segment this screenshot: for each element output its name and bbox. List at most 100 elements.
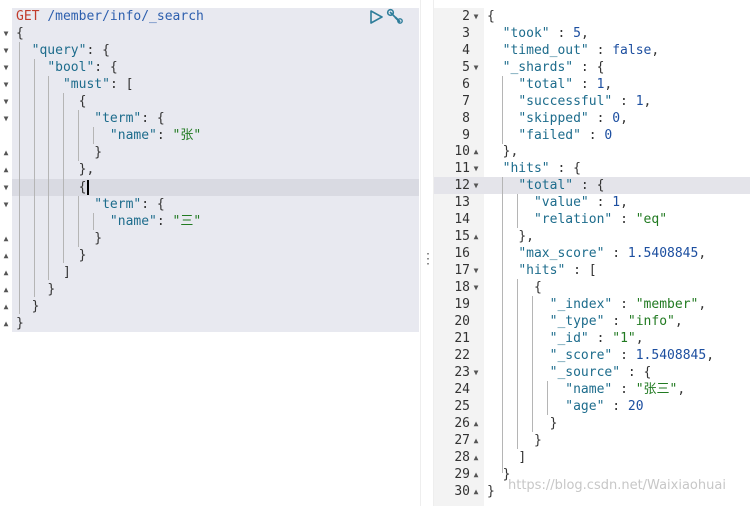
fold-toggle-icon[interactable]: ▼ xyxy=(472,279,480,296)
code-line: { xyxy=(16,26,24,41)
code-line: } xyxy=(94,231,103,246)
fold-toggle-icon[interactable]: ▲ xyxy=(472,466,480,483)
fold-toggle-icon[interactable]: ▲ xyxy=(2,161,10,178)
line-number: 10 xyxy=(454,144,470,159)
json-key: "value" xyxy=(533,195,589,210)
code-line: }, xyxy=(78,162,95,177)
code-line: "max_score" : 1.5408845, xyxy=(518,246,707,261)
fold-toggle-icon[interactable]: ▼ xyxy=(472,59,480,76)
fold-toggle-icon[interactable]: ▼ xyxy=(472,262,480,279)
code-line: "term": { xyxy=(94,197,165,212)
json-string: "三" xyxy=(172,214,202,229)
json-key: "_score" xyxy=(549,348,613,363)
code-line: "successful" : 1, xyxy=(518,94,652,109)
code-line: } xyxy=(533,433,542,448)
json-key: "query" xyxy=(31,43,87,58)
fold-toggle-icon[interactable]: ▲ xyxy=(472,432,480,449)
json-key: "_source" xyxy=(549,365,621,380)
fold-toggle-icon[interactable]: ▲ xyxy=(2,144,10,161)
json-boolean: false xyxy=(612,43,652,58)
json-key: "total" xyxy=(518,178,574,193)
fold-toggle-icon[interactable]: ▲ xyxy=(472,143,480,160)
json-key: "skipped" xyxy=(518,111,589,126)
line-number: 2 xyxy=(462,9,470,24)
fold-toggle-icon[interactable]: ▼ xyxy=(2,42,10,59)
fold-toggle-icon[interactable]: ▼ xyxy=(472,364,480,381)
fold-toggle-icon[interactable]: ▲ xyxy=(2,247,10,264)
pane-resize-handle[interactable]: · · · xyxy=(420,0,434,506)
watermark: https://blog.csdn.net/Waixiaohuai xyxy=(508,478,726,493)
line-number: 20 xyxy=(454,314,470,329)
line-number: 25 xyxy=(454,399,470,414)
line-number: 9 xyxy=(462,128,470,143)
json-string: "张三" xyxy=(635,382,678,397)
json-key: "timed_out" xyxy=(502,43,589,58)
code-line: } xyxy=(549,416,558,431)
code-line: ] xyxy=(62,265,71,280)
json-number: 1.5408845 xyxy=(635,348,707,363)
fold-toggle-icon[interactable]: ▼ xyxy=(2,93,10,110)
code-line: ] xyxy=(518,450,527,465)
code-line: "query": { xyxy=(31,43,110,58)
json-key: "_shards" xyxy=(502,60,574,75)
json-key: "max_score" xyxy=(518,246,605,261)
code-line: "bool": { xyxy=(47,60,118,75)
json-string: "张" xyxy=(172,128,202,143)
play-icon[interactable] xyxy=(369,10,383,24)
fold-toggle-icon[interactable]: ▼ xyxy=(2,25,10,42)
fold-toggle-icon[interactable]: ▼ xyxy=(472,177,480,194)
fold-toggle-icon[interactable]: ▲ xyxy=(2,264,10,281)
json-key: "term" xyxy=(94,197,142,212)
drag-handle-icon: · · · xyxy=(424,249,432,270)
json-string: "member" xyxy=(635,297,699,312)
code-line: "_score" : 1.5408845, xyxy=(549,348,715,363)
code-line: "must": [ xyxy=(62,77,134,92)
line-number: 12 xyxy=(454,178,470,193)
wrench-icon[interactable] xyxy=(386,8,404,26)
line-number: 27 xyxy=(454,433,470,448)
fold-toggle-icon[interactable]: ▼ xyxy=(2,196,10,213)
json-number: 5 xyxy=(573,26,581,41)
code-line: } xyxy=(78,248,87,263)
fold-toggle-icon[interactable]: ▲ xyxy=(472,483,480,500)
code-line: { xyxy=(78,94,87,109)
fold-toggle-icon[interactable]: ▲ xyxy=(472,449,480,466)
line-number: 15 xyxy=(454,229,470,244)
fold-toggle-icon[interactable]: ▲ xyxy=(2,281,10,298)
json-key: "total" xyxy=(518,77,574,92)
json-key: "took" xyxy=(502,26,550,41)
code-line: "value" : 1, xyxy=(533,195,628,210)
json-string: "info" xyxy=(627,314,675,329)
line-number: 18 xyxy=(454,280,470,295)
code-line: "age" : 20 xyxy=(565,399,644,414)
line-number: 7 xyxy=(462,94,470,109)
json-key: "hits" xyxy=(502,161,550,176)
code-line: "relation" : "eq" xyxy=(533,212,668,227)
code-line: }, xyxy=(518,229,534,244)
fold-toggle-icon[interactable]: ▼ xyxy=(472,160,480,177)
code-line: "took" : 5, xyxy=(502,26,589,41)
fold-toggle-icon[interactable]: ▼ xyxy=(2,179,10,196)
fold-toggle-icon[interactable]: ▼ xyxy=(472,8,480,25)
fold-toggle-icon[interactable]: ▲ xyxy=(2,298,10,315)
fold-toggle-icon[interactable]: ▲ xyxy=(2,230,10,247)
line-number: 21 xyxy=(454,331,470,346)
json-key: "must" xyxy=(62,77,110,92)
json-key: "_type" xyxy=(549,314,605,329)
fold-toggle-icon[interactable]: ▼ xyxy=(2,59,10,76)
json-number: 20 xyxy=(627,399,644,414)
fold-toggle-icon[interactable]: ▼ xyxy=(2,110,10,127)
json-key: "failed" xyxy=(518,128,581,143)
code-line: "name": "三" xyxy=(109,214,202,229)
line-number: 5 xyxy=(462,60,470,75)
fold-toggle-icon[interactable]: ▲ xyxy=(472,228,480,245)
code-line: "total" : { xyxy=(518,178,605,193)
fold-toggle-icon[interactable]: ▼ xyxy=(2,76,10,93)
fold-toggle-icon[interactable]: ▲ xyxy=(2,315,10,332)
fold-toggle-icon[interactable]: ▲ xyxy=(472,415,480,432)
json-key: "successful" xyxy=(518,94,613,109)
line-number: 23 xyxy=(454,365,470,380)
line-number: 6 xyxy=(462,77,470,92)
line-number: 16 xyxy=(454,246,470,261)
line-number: 26 xyxy=(454,416,470,431)
